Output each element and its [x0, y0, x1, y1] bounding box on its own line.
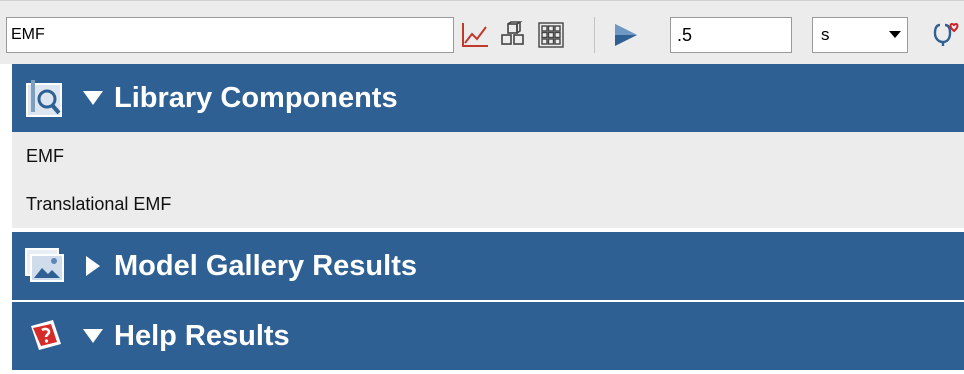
time-unit-value: s	[821, 25, 830, 44]
help-book-icon	[20, 311, 70, 361]
collapse-caret-icon[interactable]	[80, 91, 106, 105]
help-results-header[interactable]: Help Results	[12, 302, 964, 370]
stethoscope-icon	[933, 22, 959, 46]
section-title: Library Components	[114, 81, 398, 114]
chart-icon	[462, 23, 488, 47]
model-gallery-header[interactable]: Model Gallery Results	[12, 232, 964, 300]
list-item[interactable]: Translational EMF	[12, 180, 964, 228]
library-components-header[interactable]: Library Components	[12, 64, 964, 132]
time-unit-select[interactable]: s	[812, 17, 908, 53]
library-grid-icon	[538, 22, 564, 48]
library-results-list: EMF Translational EMF	[12, 132, 964, 228]
stop-time-input[interactable]	[670, 17, 792, 53]
library-search-icon	[20, 73, 70, 123]
library-button[interactable]	[534, 19, 568, 51]
model-advisor-button[interactable]	[928, 19, 964, 51]
blocks-icon	[501, 21, 524, 45]
chevron-down-icon	[883, 31, 907, 39]
toolbar-separator	[594, 17, 595, 53]
collapse-caret-icon[interactable]	[80, 329, 106, 343]
search-input[interactable]	[6, 17, 454, 53]
components-button[interactable]	[496, 19, 530, 51]
search-results-panel: s Library Components	[0, 0, 964, 374]
plot-button[interactable]	[458, 19, 492, 51]
gallery-image-icon	[20, 241, 70, 291]
run-button[interactable]	[608, 19, 642, 51]
toolbar: s	[0, 0, 964, 64]
expand-caret-icon[interactable]	[80, 256, 106, 276]
play-icon	[615, 24, 637, 46]
section-title: Help Results	[114, 319, 290, 352]
list-item[interactable]: EMF	[12, 132, 964, 180]
section-title: Model Gallery Results	[114, 249, 417, 282]
